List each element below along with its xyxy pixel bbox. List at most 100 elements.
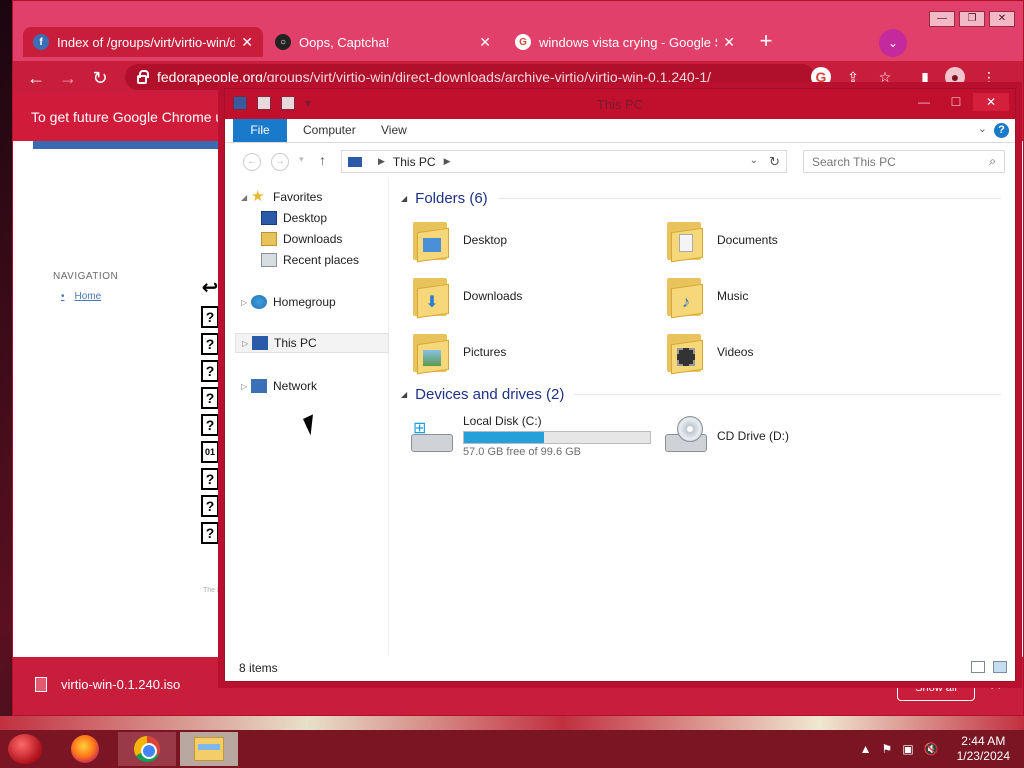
address-dropdown-icon[interactable]: ⌄	[750, 155, 758, 166]
file-explorer-icon	[194, 737, 224, 761]
unknown-file-icon[interactable]: ?	[201, 522, 219, 544]
unknown-file-icon[interactable]: ?	[201, 468, 219, 490]
folder-label: Downloads	[463, 289, 523, 303]
drive-local-disk-c[interactable]: ⊞ Local Disk (C:) 57.0 GB free of 99.6 G…	[409, 411, 651, 461]
devices-group-header[interactable]: ◢ Devices and drives (2)	[401, 385, 1001, 403]
music-folder-icon: ♪	[665, 274, 705, 319]
taskbar-firefox[interactable]	[56, 732, 114, 766]
taskbar-chrome[interactable]	[118, 732, 176, 766]
maximize-icon[interactable]: ☐	[943, 93, 969, 111]
up-arrow-icon[interactable]: ↑	[319, 152, 326, 168]
folder-music[interactable]: ♪ Music	[665, 271, 905, 321]
tab-close-icon[interactable]: ✕	[723, 34, 735, 51]
nav-favorites[interactable]: ◢ ★ Favorites	[241, 187, 322, 207]
minimize-icon[interactable]: —	[929, 11, 955, 27]
show-hidden-icons-chevron-icon[interactable]: ▲	[860, 742, 872, 756]
share-icon[interactable]: ⇪	[843, 67, 863, 87]
folder-desktop[interactable]: Desktop	[411, 215, 651, 265]
tab-search-chevron-icon[interactable]: ⌄	[879, 29, 907, 57]
expand-triangle-icon[interactable]: ▷	[242, 339, 252, 348]
unknown-file-icon[interactable]: ?	[201, 414, 219, 436]
tab-close-icon[interactable]: ✕	[479, 34, 491, 51]
tab-captcha[interactable]: ○ Oops, Captcha! ✕	[265, 27, 501, 57]
ribbon-tab-file[interactable]: File	[233, 119, 287, 142]
cd-disc-icon	[677, 416, 703, 442]
file-explorer-window: ▾ This PC — ☐ ✕ File Computer View ⌄ ? ←…	[224, 88, 1016, 682]
nav-label: Desktop	[283, 211, 328, 225]
collapse-triangle-icon[interactable]: ◢	[241, 193, 251, 202]
binary-file-icon[interactable]: 01	[201, 441, 219, 463]
minimize-icon[interactable]: —	[911, 93, 937, 111]
tab-google-search[interactable]: G windows vista crying - Google S ✕	[505, 27, 745, 57]
nav-recent-places[interactable]: Recent places	[261, 250, 359, 270]
expand-ribbon-chevron-icon[interactable]: ⌄	[978, 122, 987, 135]
download-item[interactable]: virtio-win-0.1.240.iso	[35, 677, 180, 692]
tab-fedora-index[interactable]: f Index of /groups/virt/virtio-win/d ✕	[23, 27, 263, 57]
folder-videos[interactable]: Videos	[665, 327, 905, 377]
url-host: fedorapeople.org	[157, 69, 263, 85]
volume-muted-icon[interactable]: 🔇	[924, 742, 939, 756]
side-panel-icon[interactable]: ▮	[915, 67, 935, 87]
home-link[interactable]: Home	[61, 291, 102, 302]
large-icons-view-icon[interactable]	[993, 661, 1007, 673]
drive-cd-d[interactable]: CD Drive (D:)	[663, 411, 789, 461]
unknown-file-icon[interactable]: ?	[201, 333, 219, 355]
action-center-flag-icon[interactable]: ⚑	[882, 742, 893, 756]
parent-directory-icon[interactable]: ↩	[201, 278, 219, 301]
folder-downloads[interactable]: ⬇ Downloads	[411, 271, 651, 321]
nav-label: Favorites	[273, 190, 323, 204]
restore-icon[interactable]: ❐	[959, 11, 985, 27]
breadcrumb-chevron-icon[interactable]: ▶	[444, 156, 451, 167]
close-icon[interactable]: ✕	[973, 93, 1009, 111]
expand-triangle-icon[interactable]: ▷	[241, 382, 251, 391]
recent-locations-icon[interactable]: ▾	[299, 154, 304, 165]
menu-kebab-icon[interactable]: ⋮	[979, 67, 999, 87]
search-input[interactable]: Search This PC ⌕	[803, 150, 1005, 173]
google-lens-icon[interactable]: G	[811, 67, 831, 87]
back-arrow-icon[interactable]: ←	[243, 153, 261, 171]
breadcrumb-chevron-icon[interactable]: ▶	[378, 156, 385, 167]
unknown-file-icon[interactable]: ?	[201, 306, 219, 328]
desktop-folder-icon	[411, 218, 451, 263]
firefox-icon	[71, 735, 99, 763]
breadcrumb-this-pc[interactable]: This PC	[393, 155, 436, 169]
ribbon-tab-computer[interactable]: Computer	[289, 119, 370, 142]
profile-avatar-icon[interactable]: ●	[945, 67, 965, 87]
address-bar[interactable]: fedorapeople.org/groups/virt/virtio-win/…	[125, 64, 815, 90]
start-orb-icon[interactable]	[8, 734, 42, 764]
expand-triangle-icon[interactable]: ▷	[241, 298, 251, 307]
unknown-file-icon[interactable]: ?	[201, 387, 219, 409]
unknown-file-icon[interactable]: ?	[201, 360, 219, 382]
ribbon-tab-view[interactable]: View	[367, 119, 421, 142]
folder-documents[interactable]: Documents	[665, 215, 905, 265]
nav-downloads[interactable]: Downloads	[261, 229, 342, 249]
nav-label: This PC	[274, 336, 317, 350]
nav-label: Downloads	[283, 232, 343, 246]
nav-this-pc[interactable]: ▷ This PC	[235, 333, 389, 353]
back-arrow-icon[interactable]: ←	[23, 65, 49, 91]
nav-homegroup[interactable]: ▷ Homegroup	[241, 292, 336, 312]
tab-title: Index of /groups/virt/virtio-win/d	[57, 34, 236, 50]
details-view-icon[interactable]	[971, 661, 985, 673]
content-pane: ◢ Folders (6) Desktop Documents ⬇ Downlo…	[395, 179, 1011, 655]
bookmark-star-icon[interactable]: ☆	[875, 67, 895, 87]
page-header-bar	[33, 141, 233, 149]
nav-network[interactable]: ▷ Network	[241, 376, 317, 396]
unknown-file-icon[interactable]: ?	[201, 495, 219, 517]
refresh-icon[interactable]: ↻	[769, 154, 780, 170]
taskbar-clock[interactable]: 2:44 AM 1/23/2024	[957, 734, 1010, 764]
new-tab-plus-icon[interactable]: +	[753, 29, 779, 55]
folder-pictures[interactable]: Pictures	[411, 327, 651, 377]
reload-icon[interactable]: ↻	[87, 65, 113, 91]
tab-close-icon[interactable]: ✕	[241, 34, 253, 51]
taskbar-file-explorer[interactable]	[180, 732, 238, 766]
folders-group-header[interactable]: ◢ Folders (6)	[401, 189, 1001, 207]
address-bar[interactable]: ▶ This PC ▶ ⌄ ↻	[341, 150, 787, 173]
desktop-wallpaper-strip	[0, 716, 1024, 730]
forward-arrow-icon[interactable]: →	[271, 153, 289, 171]
nav-desktop[interactable]: Desktop	[261, 208, 327, 228]
help-icon[interactable]: ?	[994, 123, 1009, 138]
close-icon[interactable]: ✕	[989, 11, 1015, 27]
forward-arrow-icon[interactable]: →	[55, 65, 81, 91]
network-tray-icon[interactable]: ▣	[902, 742, 913, 756]
